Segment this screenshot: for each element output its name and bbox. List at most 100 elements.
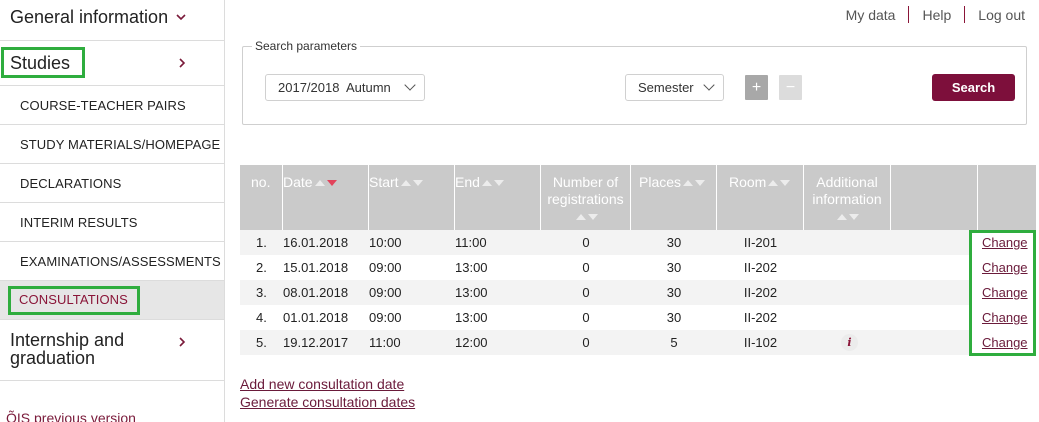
sidebar-item-label: EXAMINATIONS/ASSESSMENTS bbox=[20, 254, 221, 269]
sidebar-item-label: INTERIM RESULTS bbox=[20, 215, 138, 230]
chevron-down-icon bbox=[703, 79, 715, 91]
cell-date: 01.01.2018 bbox=[283, 310, 349, 325]
cell-start: 11:00 bbox=[369, 335, 401, 350]
log-out-link[interactable]: Log out bbox=[965, 7, 1025, 23]
sort-desc-icon bbox=[326, 180, 337, 187]
sidebar-item-label: STUDY MATERIALS/HOMEPAGE bbox=[20, 137, 221, 152]
chevron-down-icon bbox=[404, 79, 416, 91]
cell-date: 15.01.2018 bbox=[283, 260, 349, 275]
column-header-room[interactable]: Room bbox=[717, 165, 804, 230]
highlight-box-change-links bbox=[969, 230, 1036, 356]
search-parameters-legend: Search parameters bbox=[252, 39, 361, 53]
table-row: 4. 01.01.2018 09:00 13:00 0 30 II-202 bbox=[240, 305, 970, 330]
column-header-actions bbox=[978, 165, 1036, 230]
sidebar-item-declarations[interactable]: DECLARATIONS bbox=[0, 164, 224, 203]
cell-registrations: 0 bbox=[582, 285, 590, 300]
add-period-button[interactable]: + bbox=[745, 75, 768, 100]
column-header-end[interactable]: End bbox=[455, 165, 541, 230]
sort-asc-icon bbox=[481, 180, 492, 187]
cell-no: 4. bbox=[256, 310, 267, 325]
help-link[interactable]: Help bbox=[909, 7, 964, 23]
sidebar-item-label: DECLARATIONS bbox=[20, 176, 122, 191]
cell-start: 10:00 bbox=[369, 235, 402, 250]
cell-places: 5 bbox=[670, 335, 678, 350]
cell-end: 13:00 bbox=[455, 285, 488, 300]
highlight-box-studies bbox=[1, 47, 85, 78]
add-consultation-date-link[interactable]: Add new consultation date bbox=[240, 376, 404, 392]
cell-start: 09:00 bbox=[369, 260, 402, 275]
table-row: 2. 15.01.2018 09:00 13:00 0 30 II-202 bbox=[240, 255, 970, 280]
sort-desc-icon bbox=[780, 180, 791, 187]
sort-desc-icon bbox=[412, 180, 423, 187]
cell-room: II-102 bbox=[743, 335, 778, 350]
cell-end: 11:00 bbox=[455, 235, 487, 250]
cell-places: 30 bbox=[666, 260, 682, 275]
column-header-date[interactable]: Date bbox=[283, 165, 369, 230]
cell-start: 09:00 bbox=[369, 285, 402, 300]
column-header-places[interactable]: Places bbox=[631, 165, 717, 230]
minus-icon: − bbox=[785, 78, 796, 96]
table-row: 3. 08.01.2018 09:00 13:00 0 30 II-202 bbox=[240, 280, 970, 305]
table-row: 1. 16.01.2018 10:00 11:00 0 30 II-201 bbox=[240, 230, 970, 255]
cell-room: II-202 bbox=[743, 285, 778, 300]
cell-end: 12:00 bbox=[455, 335, 488, 350]
sort-asc-icon bbox=[768, 180, 779, 187]
period-select[interactable]: 2017/2018 Autumn bbox=[265, 74, 425, 101]
internship-line-2: graduation bbox=[10, 348, 96, 368]
column-header-registrations[interactable]: Number of registrations bbox=[541, 165, 631, 230]
sort-asc-icon bbox=[314, 180, 325, 187]
sidebar-item-interim-results[interactable]: INTERIM RESULTS bbox=[0, 203, 224, 242]
cell-room: II-202 bbox=[743, 310, 778, 325]
table-row: 5. 19.12.2017 11:00 12:00 0 5 II-102 bbox=[240, 330, 970, 355]
my-data-link[interactable]: My data bbox=[833, 7, 909, 23]
cell-registrations: 0 bbox=[582, 235, 590, 250]
sort-desc-icon bbox=[849, 214, 859, 221]
info-icon[interactable]: i bbox=[841, 334, 858, 351]
sidebar-item-internship[interactable]: Internship and graduation bbox=[0, 320, 224, 381]
column-header-start[interactable]: Start bbox=[369, 165, 455, 230]
chevron-down-icon bbox=[175, 10, 187, 28]
sort-asc-icon bbox=[837, 214, 847, 221]
cell-registrations: 0 bbox=[582, 310, 590, 325]
cell-no: 5. bbox=[256, 335, 267, 350]
previous-version-link[interactable]: ÕIS previous version bbox=[6, 410, 136, 422]
top-links: My data Help Log out bbox=[833, 6, 1025, 23]
remove-period-button[interactable]: − bbox=[779, 75, 802, 100]
sidebar-item-course-teacher-pairs[interactable]: COURSE-TEACHER PAIRS bbox=[0, 86, 224, 125]
period-type-value: Semester bbox=[638, 80, 694, 95]
cell-registrations: 0 bbox=[582, 335, 590, 350]
column-header-additional-info[interactable]: Additional information bbox=[804, 165, 891, 230]
plus-icon: + bbox=[751, 78, 762, 96]
search-button[interactable]: Search bbox=[932, 74, 1015, 101]
generate-consultation-dates-link[interactable]: Generate consultation dates bbox=[240, 394, 415, 410]
sort-desc-icon bbox=[587, 214, 598, 221]
table-header: no. Date Start End Number of registration… bbox=[240, 165, 1036, 230]
sidebar: General information Studies COURSE-TEACH… bbox=[0, 0, 225, 422]
cell-places: 30 bbox=[666, 310, 682, 325]
cell-date: 19.12.2017 bbox=[283, 335, 349, 350]
sidebar-item-examinations[interactable]: EXAMINATIONS/ASSESSMENTS bbox=[0, 242, 224, 281]
period-type-select[interactable]: Semester bbox=[625, 74, 724, 101]
cell-no: 3. bbox=[256, 285, 267, 300]
cell-date: 08.01.2018 bbox=[283, 285, 349, 300]
highlight-box-consultations bbox=[8, 286, 140, 315]
cell-registrations: 0 bbox=[582, 260, 590, 275]
cell-no: 1. bbox=[256, 235, 267, 250]
chevron-right-icon bbox=[176, 56, 188, 74]
period-select-value: 2017/2018 Autumn bbox=[278, 80, 391, 95]
internship-line-1: Internship and bbox=[10, 330, 125, 350]
sidebar-item-general-information[interactable]: General information bbox=[0, 0, 224, 41]
cell-room: II-202 bbox=[743, 260, 778, 275]
sidebar-item-study-materials[interactable]: STUDY MATERIALS/HOMEPAGE bbox=[0, 125, 224, 164]
sort-asc-icon bbox=[400, 180, 411, 187]
sort-desc-icon bbox=[695, 180, 706, 187]
cell-date: 16.01.2018 bbox=[283, 235, 349, 250]
sort-desc-icon bbox=[493, 180, 504, 187]
sort-asc-icon bbox=[683, 180, 694, 187]
column-header-no: no. bbox=[240, 165, 283, 230]
sort-asc-icon bbox=[575, 214, 586, 221]
cell-places: 30 bbox=[666, 285, 682, 300]
chevron-right-icon bbox=[176, 335, 188, 353]
cell-no: 2. bbox=[256, 260, 267, 275]
cell-places: 30 bbox=[666, 235, 682, 250]
